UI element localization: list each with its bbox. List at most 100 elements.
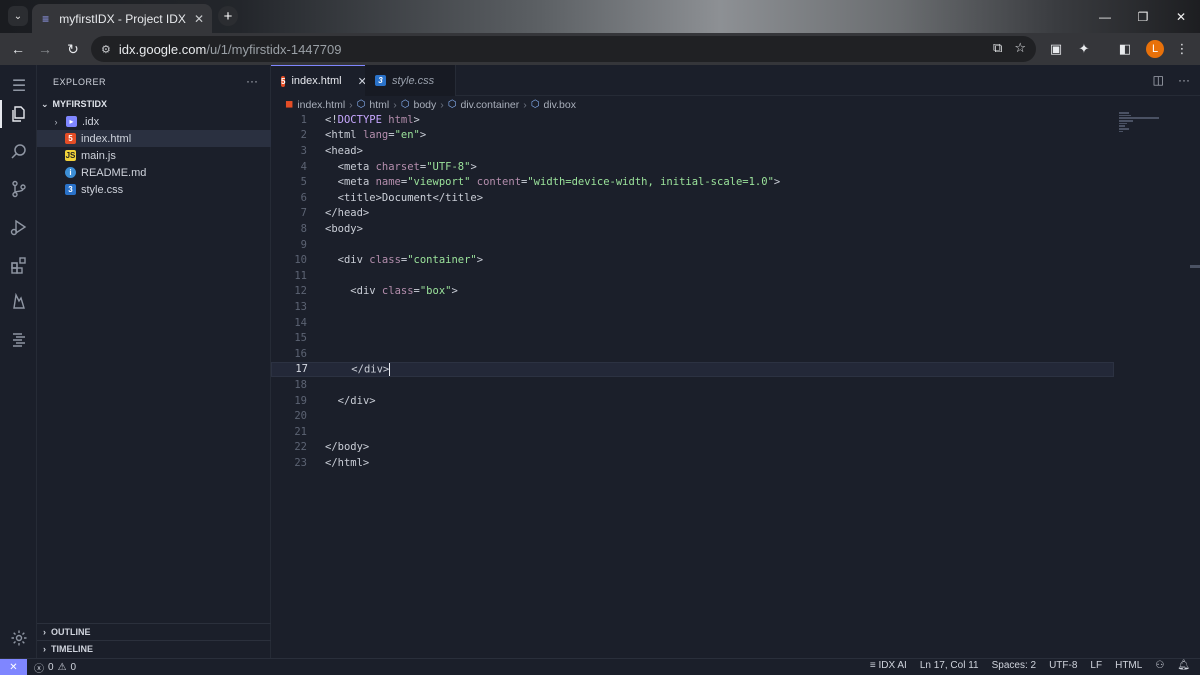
tree-item-readme[interactable]: i README.md <box>37 164 271 181</box>
outline-section[interactable]: › OUTLINE <box>37 623 271 640</box>
folder-icon: ▸ <box>66 116 77 127</box>
extensions-icon[interactable] <box>8 254 30 276</box>
firebase-icon[interactable] <box>8 291 30 313</box>
element-cube-icon: ⬡ <box>530 99 540 110</box>
window-controls: — ❐ ✕ <box>1086 0 1200 33</box>
html-file-icon: 5 <box>65 133 76 144</box>
tree-item-idx-folder[interactable]: › ▸ .idx <box>37 113 271 130</box>
tree-item-main-js[interactable]: JS main.js <box>37 147 271 164</box>
address-bar[interactable]: ⚙ idx.google.com/u/1/myfirstidx-1447709 … <box>91 36 1036 62</box>
idx-ai-status[interactable]: ≡ IDX AI <box>870 660 907 671</box>
code-line: 16 <box>294 347 307 360</box>
code-line: 9 <box>300 238 307 251</box>
tree-item-style-css[interactable]: 3 style.css <box>37 181 271 198</box>
timeline-section[interactable]: › TIMELINE <box>37 640 271 657</box>
chevron-right-icon: › <box>440 98 444 111</box>
new-tab-button[interactable]: + <box>218 6 238 26</box>
feedback-icon[interactable]: ⚇ <box>1155 660 1164 671</box>
code-line: 19 </div> <box>294 394 376 407</box>
breadcrumb-item[interactable]: body <box>413 99 436 111</box>
code-line: 4 <meta charset="UTF-8"> <box>300 160 477 173</box>
code-line: 7 </head> <box>300 207 370 220</box>
minimap[interactable] <box>1119 112 1169 142</box>
code-line: 8 <body> <box>300 222 363 235</box>
line-ending[interactable]: LF <box>1090 660 1102 671</box>
encoding[interactable]: UTF-8 <box>1049 660 1077 671</box>
html-file-icon: ◼ <box>285 99 294 110</box>
chevron-right-icon: › <box>349 98 353 111</box>
more-actions-icon[interactable]: ··· <box>1178 73 1190 87</box>
breadcrumb-item[interactable]: div.box <box>544 99 577 111</box>
idx-ai-icon: ≡ <box>869 660 876 671</box>
code-line: 3 <head> <box>300 144 363 157</box>
indentation[interactable]: Spaces: 2 <box>992 660 1036 671</box>
browser-toolbar: ← → ↻ ⚙ idx.google.com/u/1/myfirstidx-14… <box>0 33 1200 65</box>
text-cursor <box>389 362 391 376</box>
remote-indicator-icon[interactable]: ✕ <box>0 659 27 675</box>
back-arrow-icon[interactable]: ← <box>8 39 28 59</box>
element-cube-icon: ⬡ <box>447 99 457 110</box>
editor-actions: ◫ ··· <box>1153 73 1190 87</box>
tab-index-html[interactable]: 5 index.html ✕ <box>271 65 367 96</box>
idx-favicon-icon: ≡ <box>42 11 50 26</box>
settings-icon[interactable] <box>8 627 30 649</box>
explorer-title: EXPLORER <box>53 76 107 87</box>
browser-tab-title: myfirstIDX - Project IDX <box>59 11 186 26</box>
code-line: 12 <div class="box"> <box>294 285 458 298</box>
extensions-puzzle-icon[interactable]: ✦ <box>1074 39 1094 59</box>
tree-item-index-html[interactable]: 5 index.html <box>37 130 271 147</box>
breadcrumb: ◼ index.html › ⬡ html › ⬡ body › ⬡ div.c… <box>285 97 576 112</box>
breadcrumb-item[interactable]: index.html <box>297 99 345 111</box>
site-info-icon[interactable]: ⚙ <box>101 43 111 56</box>
idx-ai-icon[interactable] <box>8 329 30 351</box>
problems-indicator[interactable]: ⓧ 0 ⚠ 0 <box>34 660 76 675</box>
status-bar: ✕ ⓧ 0 ⚠ 0 ≡ IDX AI Ln 17, Col 11 Spaces: 2… <box>0 658 1200 675</box>
error-icon: ⓧ <box>34 664 44 675</box>
cursor-position[interactable]: Ln 17, Col 11 <box>920 660 979 671</box>
minimize-icon[interactable]: — <box>1086 0 1124 33</box>
tab-style-css[interactable]: 3 style.css <box>365 65 456 96</box>
code-line: 11 <box>294 269 307 282</box>
more-actions-icon[interactable]: ··· <box>246 74 258 88</box>
active-indicator <box>0 100 2 128</box>
html-file-icon: 5 <box>281 75 286 87</box>
side-panel-icon[interactable]: ◧ <box>1115 39 1135 59</box>
tab-search-chevron-icon[interactable]: ⌄ <box>8 6 28 26</box>
notifications-bell-icon[interactable]: 🔔︎ <box>1177 660 1190 671</box>
extension-icon[interactable]: ▣ <box>1046 39 1066 59</box>
run-debug-icon[interactable] <box>8 216 30 238</box>
browser-tab-strip: ⌄ ≡ myfirstIDX - Project IDX ✕ + — ❐ ✕ <box>0 0 1200 33</box>
workspace-root[interactable]: ⌄ MYFIRSTIDX <box>37 96 271 112</box>
editor-area: 5 index.html ✕ 3 style.css ◫ ··· ◼ index… <box>271 65 1200 658</box>
close-tab-icon[interactable]: ✕ <box>194 12 204 26</box>
install-app-icon[interactable]: ⧉ <box>993 40 1002 56</box>
search-icon[interactable] <box>8 141 30 163</box>
vertical-scrollbar[interactable] <box>1190 265 1200 268</box>
breadcrumb-item[interactable]: div.container <box>461 99 520 111</box>
bookmark-star-icon[interactable]: ☆ <box>1014 40 1026 56</box>
reload-icon[interactable]: ↻ <box>63 39 83 59</box>
activity-bar: ☰ <box>0 65 37 658</box>
browser-tab[interactable]: ≡ myfirstIDX - Project IDX ✕ <box>32 4 212 33</box>
css-file-icon: 3 <box>65 184 76 195</box>
explorer-icon[interactable] <box>8 103 30 125</box>
code-line: 20 <box>294 410 307 423</box>
chevron-right-icon: › <box>43 644 46 654</box>
source-control-icon[interactable] <box>8 178 30 200</box>
css-file-icon: 3 <box>375 75 386 86</box>
restore-icon[interactable]: ❐ <box>1124 0 1162 33</box>
chevron-right-icon: › <box>523 98 527 111</box>
breadcrumb-item[interactable]: html <box>369 99 389 111</box>
chevron-right-icon: › <box>393 98 397 111</box>
element-cube-icon: ⬡ <box>356 99 366 110</box>
hamburger-menu-icon[interactable]: ☰ <box>8 75 30 97</box>
split-editor-icon[interactable]: ◫ <box>1153 73 1164 87</box>
language-mode[interactable]: HTML <box>1115 660 1142 671</box>
code-line: 10 <div class="container"> <box>294 254 484 267</box>
menu-kebab-icon[interactable]: ⋮ <box>1172 39 1192 59</box>
profile-avatar[interactable]: L <box>1146 40 1164 58</box>
status-right-items: ≡ IDX AI Ln 17, Col 11 Spaces: 2 UTF-8 L… <box>870 660 1190 671</box>
forward-arrow-icon[interactable]: → <box>35 39 55 59</box>
close-window-icon[interactable]: ✕ <box>1162 0 1200 33</box>
code-line: 18 <box>294 378 307 391</box>
